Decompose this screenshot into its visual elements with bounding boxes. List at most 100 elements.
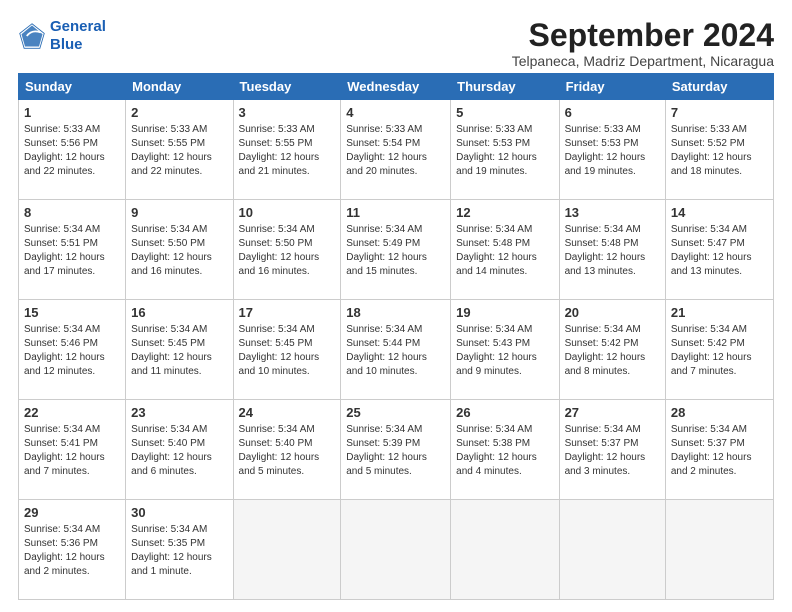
day-number: 15 — [24, 304, 120, 322]
table-row — [451, 500, 559, 600]
logo-line2: Blue — [50, 36, 83, 53]
day-number: 20 — [565, 304, 660, 322]
table-row: 9Sunrise: 5:34 AM Sunset: 5:50 PM Daylig… — [126, 200, 233, 300]
day-number: 7 — [671, 104, 768, 122]
day-number: 16 — [131, 304, 227, 322]
day-info: Sunrise: 5:34 AM Sunset: 5:44 PM Dayligh… — [346, 323, 445, 379]
day-number: 19 — [456, 304, 553, 322]
day-number: 10 — [239, 204, 336, 222]
day-number: 25 — [346, 404, 445, 422]
day-number: 4 — [346, 104, 445, 122]
table-row: 7Sunrise: 5:33 AM Sunset: 5:52 PM Daylig… — [665, 100, 773, 200]
day-info: Sunrise: 5:33 AM Sunset: 5:55 PM Dayligh… — [131, 123, 227, 179]
table-row: 29Sunrise: 5:34 AM Sunset: 5:36 PM Dayli… — [19, 500, 126, 600]
day-info: Sunrise: 5:33 AM Sunset: 5:56 PM Dayligh… — [24, 123, 120, 179]
day-info: Sunrise: 5:34 AM Sunset: 5:35 PM Dayligh… — [131, 523, 227, 579]
table-row: 5Sunrise: 5:33 AM Sunset: 5:53 PM Daylig… — [451, 100, 559, 200]
day-info: Sunrise: 5:34 AM Sunset: 5:37 PM Dayligh… — [671, 423, 768, 479]
day-number: 21 — [671, 304, 768, 322]
day-number: 24 — [239, 404, 336, 422]
title-block: September 2024 Telpaneca, Madriz Departm… — [512, 18, 774, 69]
day-info: Sunrise: 5:34 AM Sunset: 5:37 PM Dayligh… — [565, 423, 660, 479]
day-info: Sunrise: 5:34 AM Sunset: 5:51 PM Dayligh… — [24, 223, 120, 279]
day-info: Sunrise: 5:34 AM Sunset: 5:40 PM Dayligh… — [131, 423, 227, 479]
header-thursday: Thursday — [451, 74, 559, 100]
table-row: 21Sunrise: 5:34 AM Sunset: 5:42 PM Dayli… — [665, 300, 773, 400]
table-row: 3Sunrise: 5:33 AM Sunset: 5:55 PM Daylig… — [233, 100, 341, 200]
day-info: Sunrise: 5:33 AM Sunset: 5:54 PM Dayligh… — [346, 123, 445, 179]
day-info: Sunrise: 5:33 AM Sunset: 5:53 PM Dayligh… — [456, 123, 553, 179]
day-number: 28 — [671, 404, 768, 422]
day-info: Sunrise: 5:34 AM Sunset: 5:36 PM Dayligh… — [24, 523, 120, 579]
header-tuesday: Tuesday — [233, 74, 341, 100]
day-info: Sunrise: 5:34 AM Sunset: 5:49 PM Dayligh… — [346, 223, 445, 279]
logo-line1: General — [50, 18, 106, 35]
table-row: 13Sunrise: 5:34 AM Sunset: 5:48 PM Dayli… — [559, 200, 665, 300]
table-row: 2Sunrise: 5:33 AM Sunset: 5:55 PM Daylig… — [126, 100, 233, 200]
day-info: Sunrise: 5:34 AM Sunset: 5:45 PM Dayligh… — [131, 323, 227, 379]
day-info: Sunrise: 5:33 AM Sunset: 5:52 PM Dayligh… — [671, 123, 768, 179]
day-number: 27 — [565, 404, 660, 422]
table-row: 17Sunrise: 5:34 AM Sunset: 5:45 PM Dayli… — [233, 300, 341, 400]
day-number: 1 — [24, 104, 120, 122]
calendar-table: Sunday Monday Tuesday Wednesday Thursday… — [18, 73, 774, 600]
day-number: 22 — [24, 404, 120, 422]
header-monday: Monday — [126, 74, 233, 100]
day-info: Sunrise: 5:34 AM Sunset: 5:48 PM Dayligh… — [456, 223, 553, 279]
header-saturday: Saturday — [665, 74, 773, 100]
table-row — [559, 500, 665, 600]
header-wednesday: Wednesday — [341, 74, 451, 100]
day-number: 12 — [456, 204, 553, 222]
calendar-header-row: Sunday Monday Tuesday Wednesday Thursday… — [19, 74, 774, 100]
day-number: 29 — [24, 504, 120, 522]
location: Telpaneca, Madriz Department, Nicaragua — [512, 53, 774, 69]
table-row: 1Sunrise: 5:33 AM Sunset: 5:56 PM Daylig… — [19, 100, 126, 200]
day-number: 30 — [131, 504, 227, 522]
table-row: 14Sunrise: 5:34 AM Sunset: 5:47 PM Dayli… — [665, 200, 773, 300]
header-sunday: Sunday — [19, 74, 126, 100]
table-row: 20Sunrise: 5:34 AM Sunset: 5:42 PM Dayli… — [559, 300, 665, 400]
table-row: 16Sunrise: 5:34 AM Sunset: 5:45 PM Dayli… — [126, 300, 233, 400]
table-row: 23Sunrise: 5:34 AM Sunset: 5:40 PM Dayli… — [126, 400, 233, 500]
day-info: Sunrise: 5:34 AM Sunset: 5:50 PM Dayligh… — [239, 223, 336, 279]
table-row: 28Sunrise: 5:34 AM Sunset: 5:37 PM Dayli… — [665, 400, 773, 500]
day-info: Sunrise: 5:34 AM Sunset: 5:43 PM Dayligh… — [456, 323, 553, 379]
day-info: Sunrise: 5:34 AM Sunset: 5:48 PM Dayligh… — [565, 223, 660, 279]
day-number: 14 — [671, 204, 768, 222]
day-number: 2 — [131, 104, 227, 122]
table-row — [233, 500, 341, 600]
table-row: 26Sunrise: 5:34 AM Sunset: 5:38 PM Dayli… — [451, 400, 559, 500]
table-row: 4Sunrise: 5:33 AM Sunset: 5:54 PM Daylig… — [341, 100, 451, 200]
day-number: 17 — [239, 304, 336, 322]
day-info: Sunrise: 5:34 AM Sunset: 5:40 PM Dayligh… — [239, 423, 336, 479]
table-row: 10Sunrise: 5:34 AM Sunset: 5:50 PM Dayli… — [233, 200, 341, 300]
table-row: 6Sunrise: 5:33 AM Sunset: 5:53 PM Daylig… — [559, 100, 665, 200]
day-info: Sunrise: 5:34 AM Sunset: 5:46 PM Dayligh… — [24, 323, 120, 379]
day-info: Sunrise: 5:34 AM Sunset: 5:41 PM Dayligh… — [24, 423, 120, 479]
month-title: September 2024 — [512, 18, 774, 53]
logo: General Blue — [18, 18, 106, 54]
day-info: Sunrise: 5:34 AM Sunset: 5:39 PM Dayligh… — [346, 423, 445, 479]
table-row: 18Sunrise: 5:34 AM Sunset: 5:44 PM Dayli… — [341, 300, 451, 400]
day-info: Sunrise: 5:34 AM Sunset: 5:47 PM Dayligh… — [671, 223, 768, 279]
day-number: 18 — [346, 304, 445, 322]
table-row: 19Sunrise: 5:34 AM Sunset: 5:43 PM Dayli… — [451, 300, 559, 400]
day-number: 13 — [565, 204, 660, 222]
day-info: Sunrise: 5:33 AM Sunset: 5:53 PM Dayligh… — [565, 123, 660, 179]
day-number: 23 — [131, 404, 227, 422]
logo-icon — [18, 22, 46, 50]
table-row: 24Sunrise: 5:34 AM Sunset: 5:40 PM Dayli… — [233, 400, 341, 500]
table-row: 30Sunrise: 5:34 AM Sunset: 5:35 PM Dayli… — [126, 500, 233, 600]
day-number: 8 — [24, 204, 120, 222]
day-number: 5 — [456, 104, 553, 122]
page: General Blue September 2024 Telpaneca, M… — [0, 0, 792, 612]
day-info: Sunrise: 5:34 AM Sunset: 5:45 PM Dayligh… — [239, 323, 336, 379]
day-info: Sunrise: 5:34 AM Sunset: 5:42 PM Dayligh… — [565, 323, 660, 379]
day-number: 6 — [565, 104, 660, 122]
day-number: 11 — [346, 204, 445, 222]
table-row — [341, 500, 451, 600]
table-row: 15Sunrise: 5:34 AM Sunset: 5:46 PM Dayli… — [19, 300, 126, 400]
day-number: 9 — [131, 204, 227, 222]
day-info: Sunrise: 5:34 AM Sunset: 5:42 PM Dayligh… — [671, 323, 768, 379]
table-row: 22Sunrise: 5:34 AM Sunset: 5:41 PM Dayli… — [19, 400, 126, 500]
